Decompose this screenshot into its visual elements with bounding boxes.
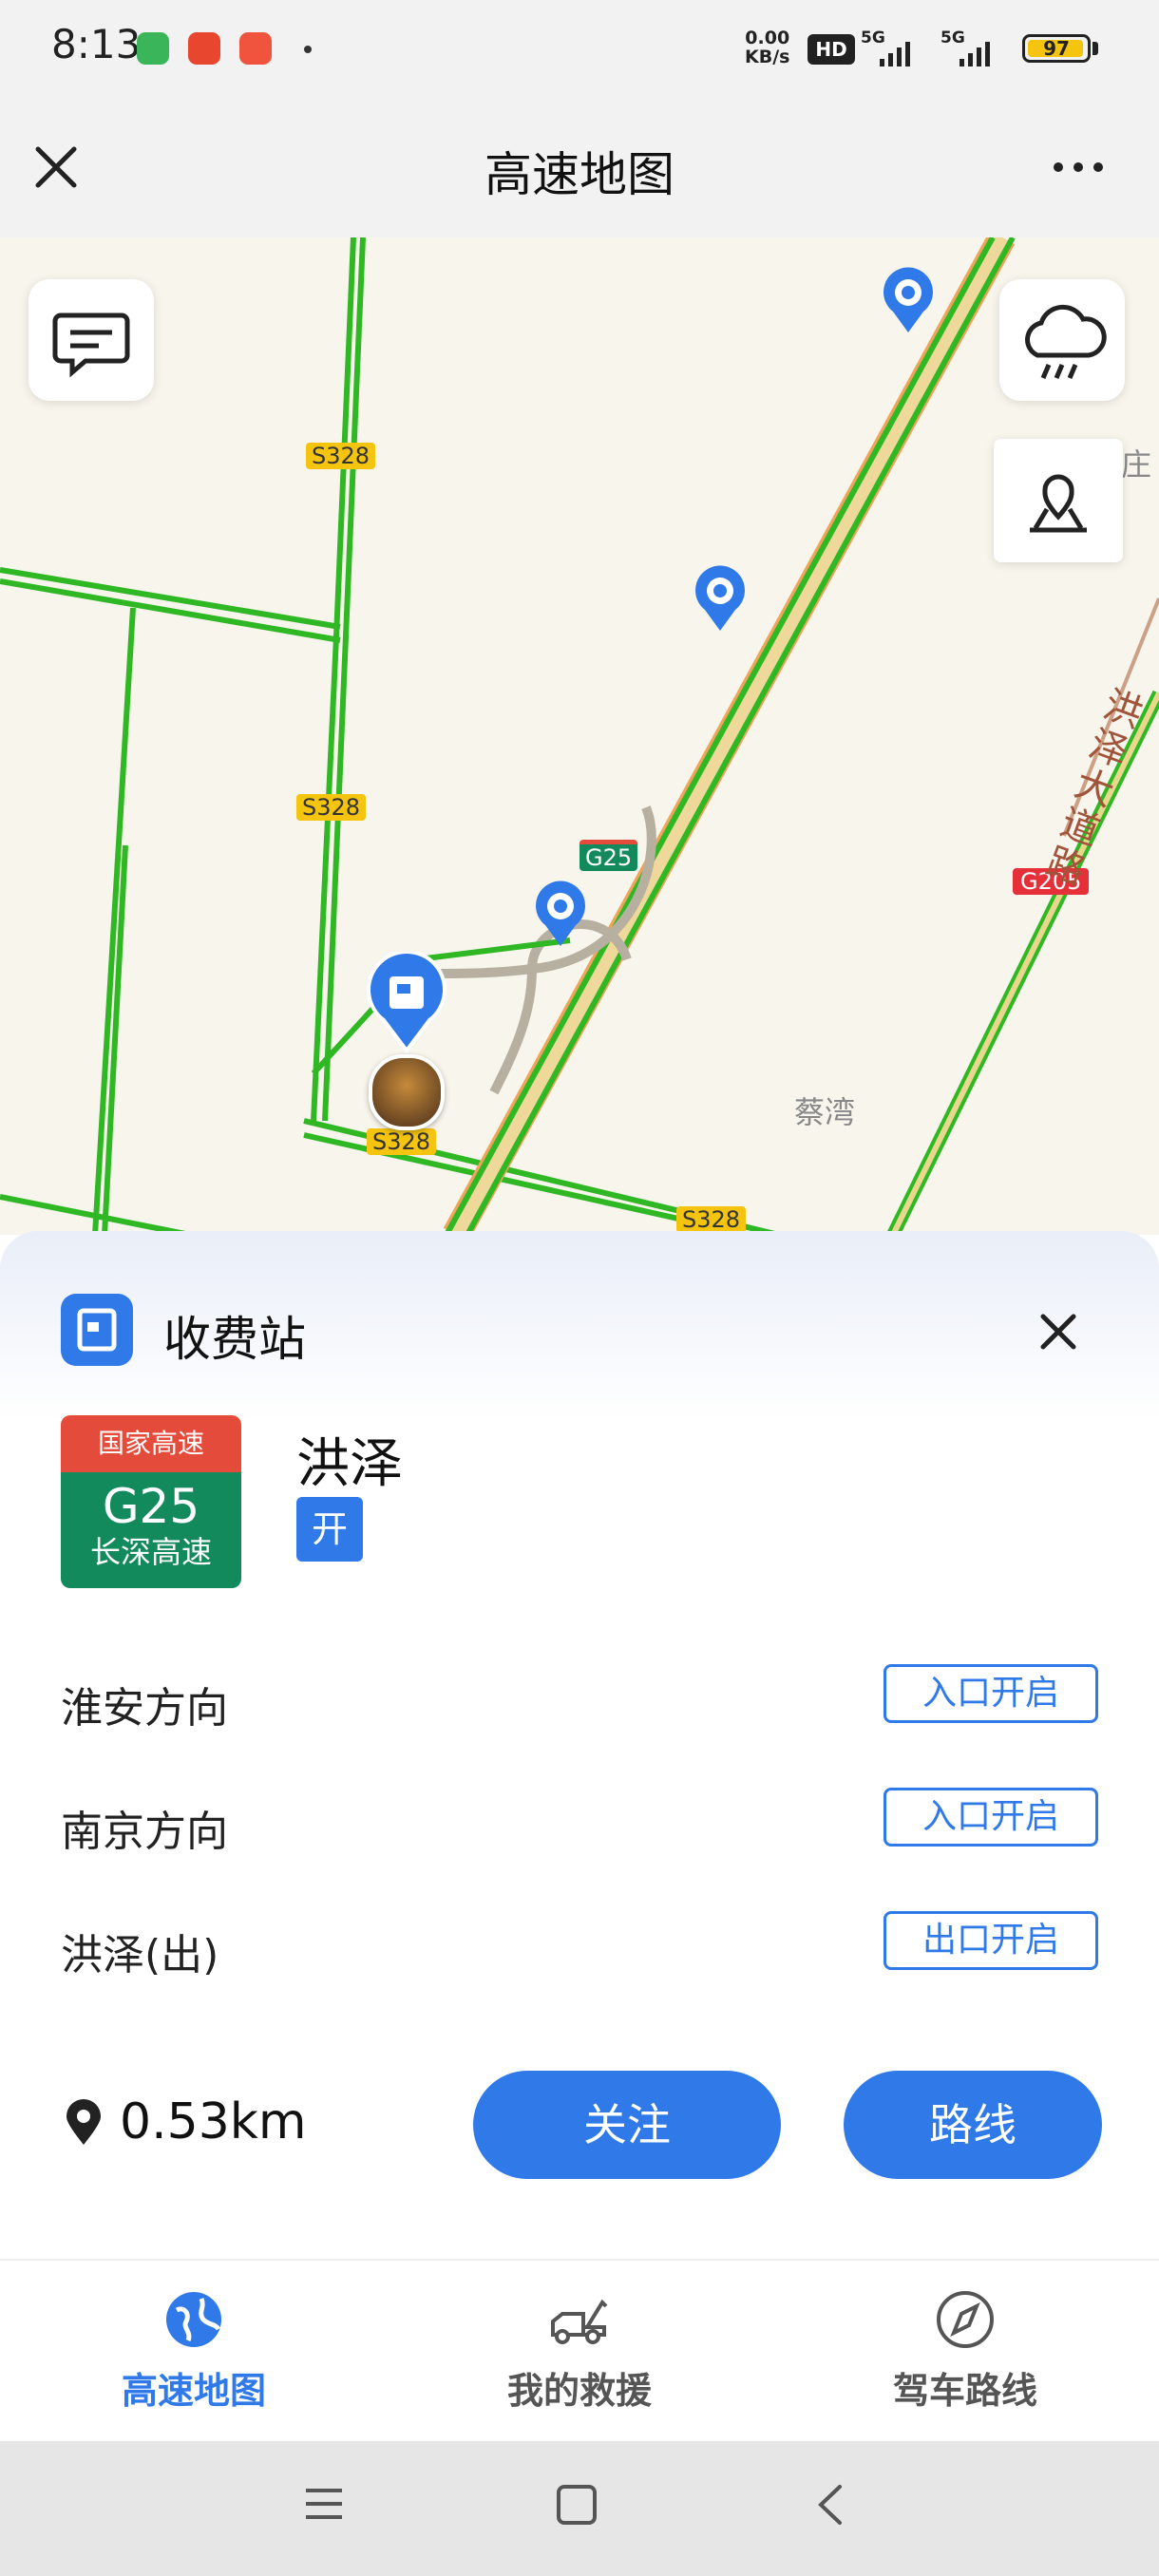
- more-notifications-dot-icon: [304, 46, 312, 53]
- highway-code: G25: [102, 1479, 200, 1534]
- battery-tip: [1092, 42, 1098, 55]
- highway-level: 国家高速: [61, 1415, 241, 1472]
- home-key[interactable]: [555, 2483, 598, 2530]
- follow-button[interactable]: 关注: [473, 2071, 781, 2179]
- close-icon: [1040, 1314, 1076, 1350]
- globe-icon: [166, 2292, 221, 2347]
- status-tag: 开: [296, 1497, 363, 1562]
- direction-row: 淮安方向 入口开启: [61, 1664, 1098, 1733]
- menu-key[interactable]: [302, 2483, 346, 2529]
- menu-icon: [306, 2489, 342, 2519]
- message-button[interactable]: [28, 279, 154, 401]
- hd-badge: HD: [808, 34, 855, 65]
- page-title: 高速地图: [484, 147, 674, 202]
- weather-button[interactable]: [999, 279, 1125, 401]
- camera-marker-icon[interactable]: [880, 266, 937, 334]
- direction-status-badge: 入口开启: [884, 1664, 1098, 1723]
- toll-station-marker-icon[interactable]: [365, 952, 448, 1054]
- location-button[interactable]: [994, 439, 1123, 562]
- distance-value: 0.53km: [120, 2093, 307, 2150]
- road-label-s328: S328: [296, 794, 367, 821]
- sheet-close-button[interactable]: [1032, 1305, 1085, 1358]
- location-pin-icon: [66, 2099, 101, 2145]
- nav-label: 驾车路线: [892, 2370, 1037, 2412]
- road-label-g25: G25: [580, 840, 638, 871]
- battery-level: 97: [1043, 37, 1070, 60]
- compass-icon: [937, 2291, 994, 2348]
- road-label-s328: S328: [676, 1206, 747, 1233]
- more-button[interactable]: [1045, 142, 1112, 190]
- station-name: 洪泽: [296, 1433, 403, 1495]
- red-packet-icon: [188, 32, 220, 65]
- location-pin-icon: [1030, 474, 1087, 533]
- direction-row: 洪泽(出) 出口开启: [61, 1911, 1098, 1979]
- network-speed-value: 0.00: [745, 28, 790, 48]
- highway-code-block: G25 长深高速: [61, 1472, 241, 1588]
- camera-marker-icon[interactable]: [692, 564, 749, 633]
- notification-app-icon: [239, 32, 272, 65]
- message-icon: [52, 313, 130, 378]
- nav-item-my-rescue[interactable]: 我的救援: [437, 2289, 722, 2414]
- battery-icon: 97: [1022, 34, 1091, 63]
- route-button[interactable]: 路线: [844, 2071, 1102, 2179]
- network-speed: 0.00 KB/s: [745, 28, 789, 66]
- direction-label: 南京方向: [61, 1808, 228, 1856]
- back-key[interactable]: [813, 2483, 847, 2530]
- back-icon: [818, 2485, 842, 2525]
- road-label-s328: S328: [367, 1128, 437, 1155]
- network-speed-unit: KB/s: [745, 47, 790, 67]
- tow-truck-icon: [551, 2299, 608, 2344]
- place-label: 庄: [1121, 446, 1152, 483]
- highway-name: 长深高速: [89, 1534, 212, 1570]
- camera-marker-icon[interactable]: [532, 880, 589, 948]
- map-view[interactable]: S328 S328 S328 S328 G25 G205 蔡湾 庄 洪泽大道路: [0, 237, 1159, 1235]
- wechat-icon: [137, 32, 169, 65]
- direction-status-badge: 出口开启: [884, 1911, 1098, 1970]
- weather-icon: [1025, 304, 1107, 379]
- direction-row: 南京方向 入口开启: [61, 1788, 1098, 1856]
- home-icon: [557, 2485, 597, 2525]
- toll-station-icon: [61, 1294, 133, 1366]
- direction-label: 淮安方向: [61, 1684, 228, 1733]
- nav-item-driving-route[interactable]: 驾车路线: [823, 2289, 1108, 2414]
- place-label: 蔡湾: [794, 1094, 856, 1130]
- nav-label: 我的救援: [506, 2370, 652, 2412]
- highway-shield: 国家高速 G25 长深高速: [61, 1415, 241, 1588]
- nav-item-highway-map[interactable]: 高速地图: [51, 2289, 336, 2414]
- map-roads: [0, 237, 1159, 1235]
- status-time: 8:13: [51, 21, 142, 67]
- road-label-s328: S328: [306, 443, 376, 469]
- user-location-avatar: [369, 1054, 445, 1130]
- more-icon: [1054, 162, 1103, 172]
- sheet-title: 收费站: [163, 1312, 306, 1367]
- direction-label: 洪泽(出): [61, 1931, 219, 1979]
- nav-label: 高速地图: [121, 2370, 266, 2412]
- direction-status-badge: 入口开启: [884, 1788, 1098, 1847]
